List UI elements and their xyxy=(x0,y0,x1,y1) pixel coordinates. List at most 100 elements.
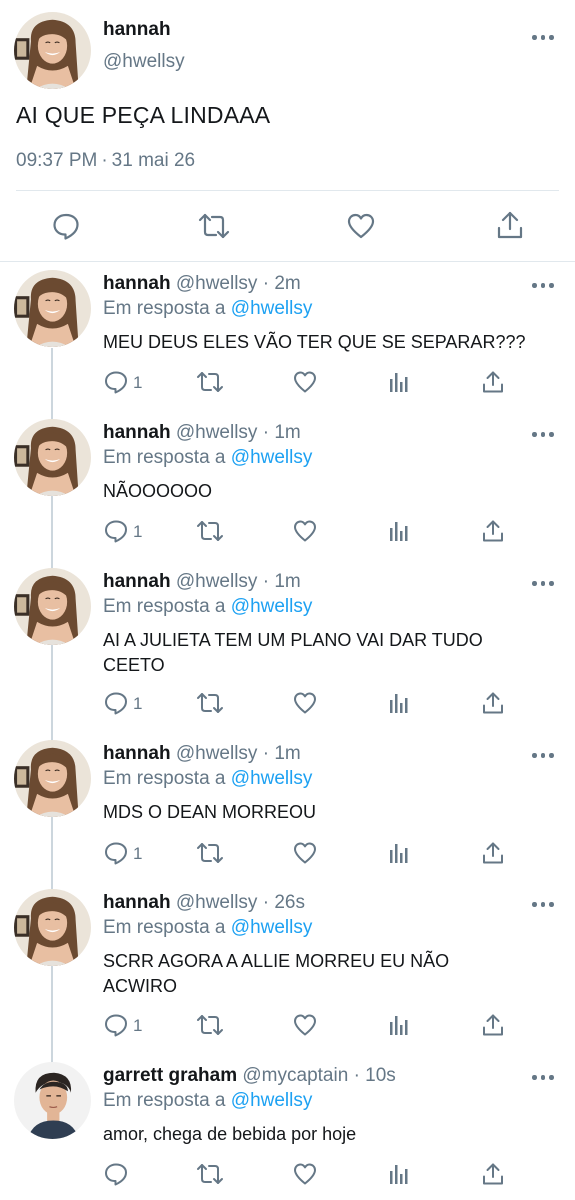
speech-bubble-icon[interactable] xyxy=(52,212,80,240)
reply-actions: 1 xyxy=(0,370,575,396)
share-upload-icon[interactable] xyxy=(481,1013,505,1037)
bar-chart-icon[interactable] xyxy=(388,519,410,543)
reply-time[interactable]: 1m xyxy=(274,571,300,592)
heart-icon[interactable] xyxy=(293,1013,317,1037)
avatar[interactable] xyxy=(14,568,91,645)
separator: · xyxy=(262,571,270,592)
heart-icon[interactable] xyxy=(293,519,317,543)
retweet-arrows-icon[interactable] xyxy=(196,1162,224,1186)
speech-bubble-icon[interactable] xyxy=(104,519,128,543)
reply-text: NÃOOOOOO xyxy=(103,481,213,501)
avatar[interactable] xyxy=(14,12,91,89)
replying-to: Em resposta a @hwellsy xyxy=(103,596,312,618)
reply-tweet[interactable]: hannah @hwellsy · 2m Em resposta a @hwel… xyxy=(0,270,575,420)
heart-icon[interactable] xyxy=(347,212,375,240)
reply-count: 1 xyxy=(133,522,143,541)
share-upload-icon[interactable] xyxy=(481,519,505,543)
reply-time[interactable]: 2m xyxy=(274,273,300,294)
speech-bubble-icon[interactable] xyxy=(104,370,128,394)
more-dots-icon[interactable] xyxy=(531,279,555,291)
reply-tweet[interactable]: garrett graham @mycaptain · 10s Em respo… xyxy=(0,1062,575,1200)
more-dots-icon[interactable] xyxy=(531,749,555,761)
retweet-arrows-icon[interactable] xyxy=(196,370,224,394)
speech-bubble-icon[interactable] xyxy=(104,691,128,715)
reply-time[interactable]: 26s xyxy=(274,892,305,913)
share-upload-icon[interactable] xyxy=(496,210,524,240)
bar-chart-icon[interactable] xyxy=(388,691,410,715)
retweet-arrows-icon[interactable] xyxy=(196,841,224,865)
share-upload-icon[interactable] xyxy=(481,370,505,394)
divider xyxy=(16,190,559,191)
separator: · xyxy=(262,422,270,443)
author-name[interactable]: hannah xyxy=(103,571,171,592)
replying-to-link[interactable]: @hwellsy xyxy=(231,1090,313,1111)
more-dots-icon[interactable] xyxy=(531,1071,555,1083)
more-dots-icon[interactable] xyxy=(531,898,555,910)
speech-bubble-icon[interactable] xyxy=(104,1162,128,1186)
avatar[interactable] xyxy=(14,889,91,966)
reply-time[interactable]: 1m xyxy=(274,422,300,443)
reply-count: 1 xyxy=(133,373,143,392)
replying-to: Em resposta a @hwellsy xyxy=(103,298,312,320)
bar-chart-icon[interactable] xyxy=(388,370,410,394)
reply-header: hannah @hwellsy · 1m xyxy=(103,743,301,765)
author-handle[interactable]: @hwellsy xyxy=(176,892,258,913)
heart-icon[interactable] xyxy=(293,691,317,715)
tweet-timestamp[interactable]: 09:37 PM · 31 mai 26 xyxy=(16,150,195,172)
more-dots-icon[interactable] xyxy=(531,577,555,589)
reply-time[interactable]: 1m xyxy=(274,743,300,764)
speech-bubble-icon[interactable] xyxy=(104,1013,128,1037)
author-name[interactable]: hannah xyxy=(103,743,171,764)
reply-text: amor, chega de bebida por hoje xyxy=(103,1124,357,1144)
heart-icon[interactable] xyxy=(293,1162,317,1186)
heart-icon[interactable] xyxy=(293,841,317,865)
reply-tweet[interactable]: hannah @hwellsy · 1m Em resposta a @hwel… xyxy=(0,740,575,890)
author-handle[interactable]: @hwellsy xyxy=(103,51,185,73)
author-handle[interactable]: @hwellsy xyxy=(176,273,258,294)
heart-icon[interactable] xyxy=(293,370,317,394)
author-handle[interactable]: @hwellsy xyxy=(176,422,258,443)
reply-actions: 1 xyxy=(0,519,575,545)
author-name[interactable]: garrett graham xyxy=(103,1065,237,1086)
replying-to-link[interactable]: @hwellsy xyxy=(231,768,313,789)
replying-to-link[interactable]: @hwellsy xyxy=(231,917,313,938)
reply-tweet[interactable]: hannah @hwellsy · 26s Em resposta a @hwe… xyxy=(0,889,575,1061)
author-handle[interactable]: @hwellsy xyxy=(176,571,258,592)
more-dots-icon[interactable] xyxy=(531,31,555,43)
replying-to-label: Em resposta a xyxy=(103,447,226,468)
speech-bubble-icon[interactable] xyxy=(104,841,128,865)
share-upload-icon[interactable] xyxy=(481,691,505,715)
replying-to-link[interactable]: @hwellsy xyxy=(231,596,313,617)
replying-to-link[interactable]: @hwellsy xyxy=(231,298,313,319)
divider xyxy=(0,261,575,262)
bar-chart-icon[interactable] xyxy=(388,1162,410,1186)
avatar[interactable] xyxy=(14,740,91,817)
reply-actions: 1 xyxy=(0,1013,575,1039)
author-handle[interactable]: @mycaptain xyxy=(242,1065,348,1086)
reply-time[interactable]: 10s xyxy=(365,1065,396,1086)
reply-header: hannah @hwellsy · 1m xyxy=(103,422,301,444)
author-name[interactable]: hannah xyxy=(103,422,171,443)
reply-tweet[interactable]: hannah @hwellsy · 1m Em resposta a @hwel… xyxy=(0,568,575,740)
retweet-arrows-icon[interactable] xyxy=(196,1013,224,1037)
reply-tweet[interactable]: hannah @hwellsy · 1m Em resposta a @hwel… xyxy=(0,419,575,569)
retweet-arrows-icon[interactable] xyxy=(196,691,224,715)
avatar[interactable] xyxy=(14,270,91,347)
reply-actions: 1 xyxy=(0,691,575,717)
bar-chart-icon[interactable] xyxy=(388,841,410,865)
more-dots-icon[interactable] xyxy=(531,428,555,440)
retweet-arrows-icon[interactable] xyxy=(198,212,230,240)
share-upload-icon[interactable] xyxy=(481,841,505,865)
avatar[interactable] xyxy=(14,1062,91,1139)
share-upload-icon[interactable] xyxy=(481,1162,505,1186)
author-name[interactable]: hannah xyxy=(103,273,171,294)
author-handle[interactable]: @hwellsy xyxy=(176,743,258,764)
author-name[interactable]: hannah xyxy=(103,892,171,913)
replying-to-link[interactable]: @hwellsy xyxy=(231,447,313,468)
reply-header: hannah @hwellsy · 2m xyxy=(103,273,301,295)
replying-to-label: Em resposta a xyxy=(103,917,226,938)
retweet-arrows-icon[interactable] xyxy=(196,519,224,543)
avatar[interactable] xyxy=(14,419,91,496)
bar-chart-icon[interactable] xyxy=(388,1013,410,1037)
author-name[interactable]: hannah xyxy=(103,19,171,41)
